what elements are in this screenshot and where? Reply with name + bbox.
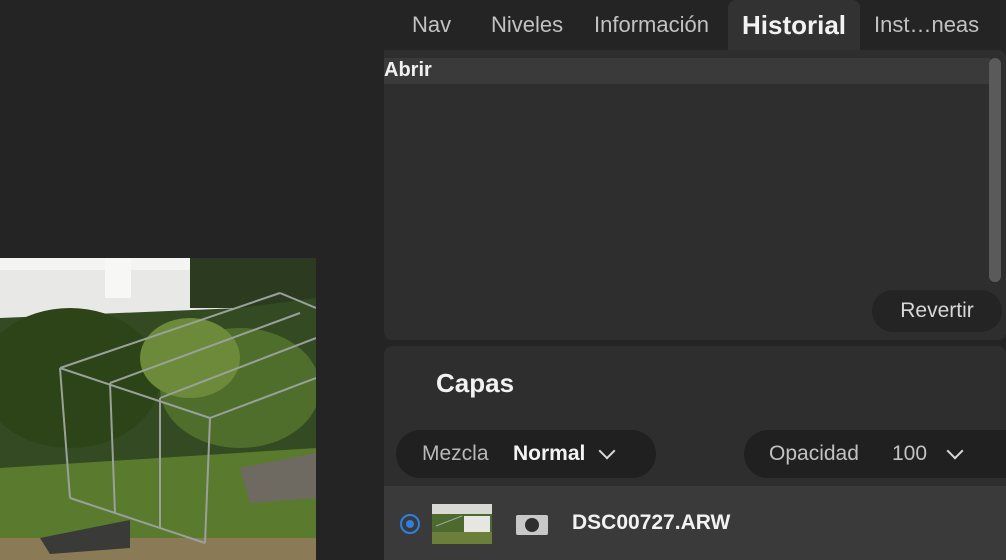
tab-nav[interactable]: Nav bbox=[412, 0, 451, 50]
tab-instantaneas[interactable]: Inst…neas bbox=[874, 0, 979, 50]
blend-mode-dropdown[interactable]: Mezcla Normal bbox=[396, 430, 656, 478]
panel-tabs: Nav Niveles Información Historial Inst…n… bbox=[384, 0, 1006, 50]
tab-niveles[interactable]: Niveles bbox=[491, 0, 563, 50]
blend-mode-label: Mezcla bbox=[422, 442, 489, 465]
layer-thumbnail bbox=[432, 504, 492, 544]
chevron-down-icon bbox=[598, 442, 616, 460]
mask-icon[interactable] bbox=[516, 515, 548, 535]
history-item-abrir[interactable]: Abrir bbox=[384, 58, 990, 84]
opacity-value: 100 bbox=[892, 442, 928, 465]
layer-name: DSC00727.ARW bbox=[572, 511, 731, 534]
layer-row[interactable]: DSC00727.ARW bbox=[384, 486, 1006, 560]
tab-historial[interactable]: Historial bbox=[728, 0, 860, 50]
tab-informacion[interactable]: Información bbox=[594, 0, 709, 50]
history-item-label: Abrir bbox=[384, 59, 432, 81]
photo-image[interactable] bbox=[0, 258, 316, 560]
opacity-dropdown[interactable]: Opacidad 100 bbox=[744, 430, 1006, 478]
opacity-label: Opacidad bbox=[769, 442, 859, 465]
revert-button[interactable]: Revertir bbox=[872, 290, 1002, 332]
image-canvas[interactable] bbox=[0, 0, 384, 560]
history-scrollbar[interactable] bbox=[989, 58, 1001, 282]
chevron-down-icon bbox=[946, 442, 964, 460]
layers-panel: Capas Mezcla Normal Opacidad 100 DSC0072… bbox=[384, 346, 1006, 560]
radio-selected-icon[interactable] bbox=[400, 514, 420, 534]
layers-title: Capas bbox=[436, 368, 515, 398]
photo-garden-illustration bbox=[0, 258, 316, 560]
history-panel: Abrir Revertir bbox=[384, 50, 1006, 340]
blend-mode-value: Normal bbox=[513, 442, 586, 465]
